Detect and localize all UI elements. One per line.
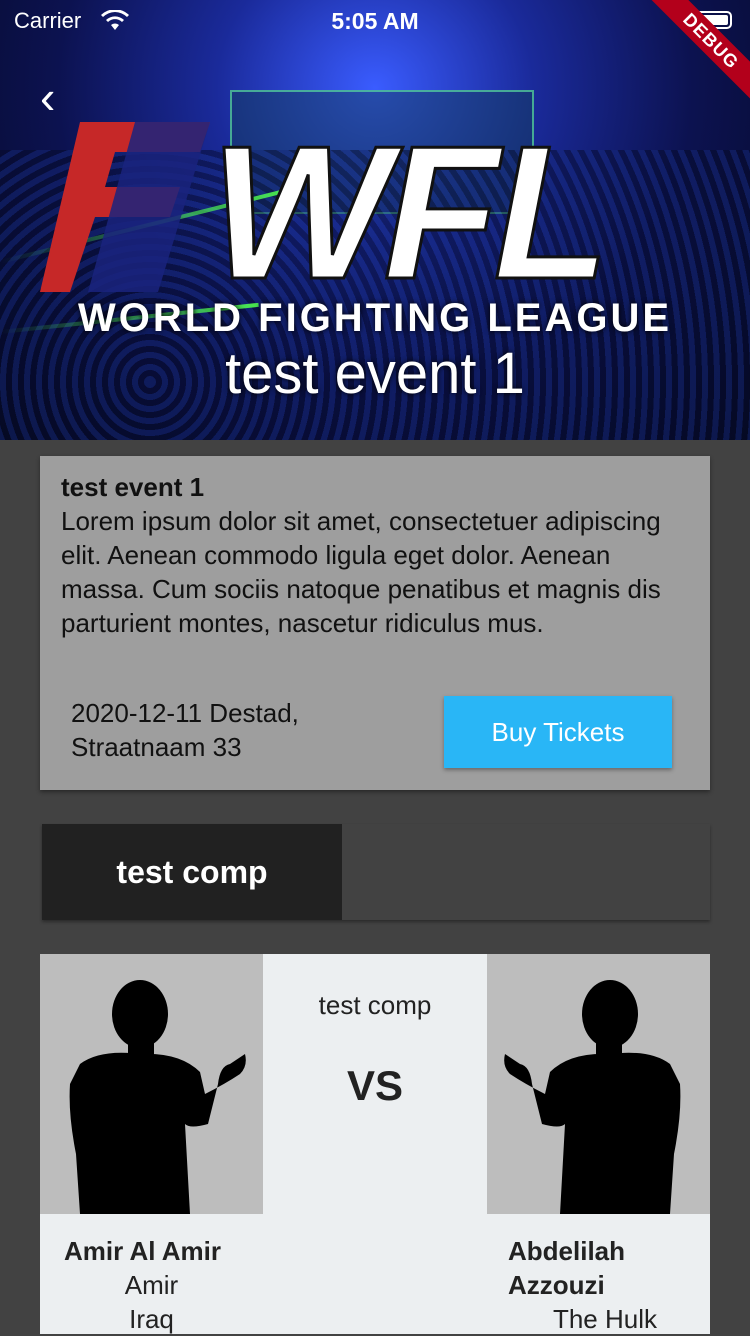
fighter-right-name-line1: Abdelilah	[508, 1236, 626, 1266]
event-description: Lorem ipsum dolor sit amet, consectetuer…	[61, 506, 661, 638]
status-time: 5:05 AM	[331, 8, 419, 34]
match-competition-label: test comp	[318, 990, 432, 1020]
event-date-location: 2020-12-11 Destad, Straatnaam 33	[71, 696, 371, 764]
buy-tickets-button[interactable]: Buy Tickets	[444, 696, 672, 768]
fighter-left-country: Iraq	[129, 1304, 174, 1334]
fighter-right-name-line2: Azzouzi	[508, 1270, 605, 1300]
fighter-left-name: Amir Al Amir	[64, 1236, 221, 1266]
status-bar: Carrier 5:05 AM	[0, 0, 750, 40]
fighter-left-nickname: Amir	[124, 1270, 179, 1300]
event-card-title: test event 1	[61, 472, 205, 502]
event-info-card: test event 1 Lorem ipsum dolor sit amet,…	[40, 456, 710, 790]
league-name: WORLD FIGHTING LEAGUE	[77, 296, 673, 340]
vs-label: VS	[346, 1062, 404, 1109]
fighter-left-photo	[40, 954, 263, 1214]
fighter-silhouette-icon	[69, 980, 246, 1214]
tab-test-comp[interactable]: test comp	[42, 824, 342, 920]
wfl-logo: WFL	[209, 118, 611, 298]
fighter-right-photo	[487, 954, 710, 1214]
wfl-f-logo-icon	[40, 122, 210, 292]
header-event-title: test event 1	[225, 341, 525, 406]
event-address-line: Straatnaam 33	[71, 732, 242, 762]
fighter-right-nickname: The Hulk	[552, 1304, 658, 1334]
back-chevron-icon[interactable]: ‹	[40, 70, 55, 124]
wfl-logo-text: WFL	[210, 118, 603, 298]
match-card[interactable]: test comp VS Amir Al Amir Amir Iraq Abde…	[40, 954, 710, 1334]
event-header-banner: WFL WORLD FIGHTING LEAGUE test event 1 ‹	[0, 0, 750, 440]
fighter-silhouette-icon	[504, 980, 681, 1214]
fighter-right-name: Abdelilah Azzouzi	[508, 1234, 625, 1302]
event-date-line: 2020-12-11 Destad,	[71, 698, 299, 728]
competition-tabs: test comp	[42, 824, 710, 920]
